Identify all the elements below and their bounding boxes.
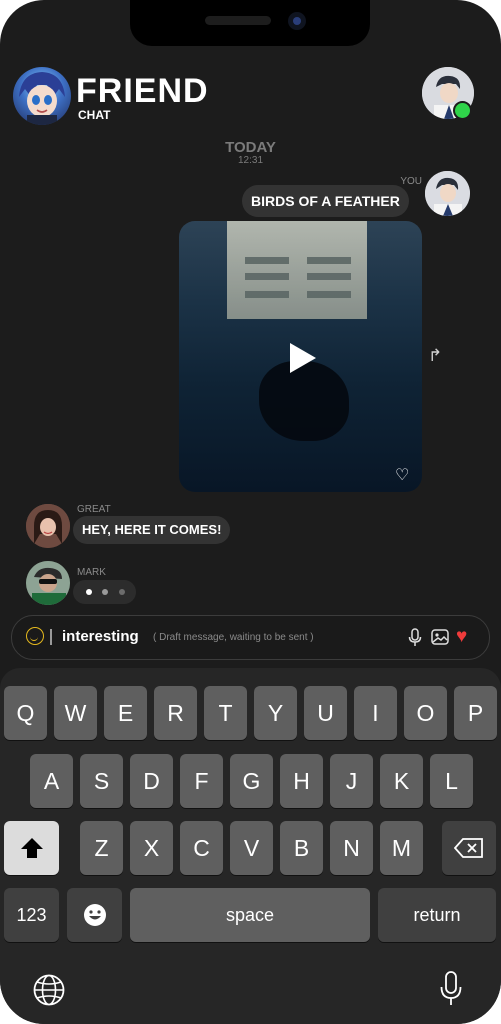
message-bubble-outgoing[interactable]: BIRDS OF A FEATHER bbox=[242, 185, 409, 217]
video-thumbnail bbox=[227, 221, 367, 319]
sender-avatar-mark[interactable] bbox=[26, 561, 70, 605]
key-u[interactable]: U bbox=[304, 686, 347, 740]
key-w[interactable]: W bbox=[54, 686, 97, 740]
video-message[interactable]: ♡ bbox=[179, 221, 422, 492]
key-y[interactable]: Y bbox=[254, 686, 297, 740]
sender-label-great: GREAT bbox=[77, 504, 111, 515]
emoji-icon[interactable] bbox=[26, 627, 44, 645]
notch bbox=[130, 0, 370, 46]
app-logo-avatar bbox=[13, 67, 71, 125]
date-separator-time: 12:31 bbox=[237, 155, 264, 166]
front-camera-icon bbox=[288, 12, 306, 30]
draft-status-hint: ( Draft message, waiting to be sent ) bbox=[153, 632, 314, 643]
key-k[interactable]: K bbox=[380, 754, 423, 808]
key-o[interactable]: O bbox=[404, 686, 447, 740]
phone-screen: FRIEND CHAT TODAY 12:31 YOU BIRDS OF A F… bbox=[0, 0, 501, 1024]
microphone-icon[interactable] bbox=[408, 628, 422, 647]
key-f[interactable]: F bbox=[180, 754, 223, 808]
typing-indicator bbox=[73, 580, 136, 604]
message-composer[interactable]: interesting ( Draft message, waiting to … bbox=[11, 615, 490, 660]
key-h[interactable]: H bbox=[280, 754, 323, 808]
return-key[interactable]: return bbox=[378, 888, 496, 942]
backspace-key[interactable] bbox=[442, 821, 496, 875]
speaker-grille bbox=[205, 16, 271, 25]
key-p[interactable]: P bbox=[454, 686, 497, 740]
sender-avatar-you[interactable] bbox=[425, 171, 470, 216]
key-q[interactable]: Q bbox=[4, 686, 47, 740]
image-icon[interactable] bbox=[431, 628, 449, 646]
key-b[interactable]: B bbox=[280, 821, 323, 875]
emoji-key-icon bbox=[83, 904, 106, 926]
numbers-key[interactable]: 123 bbox=[4, 888, 59, 942]
app-subtitle: CHAT bbox=[78, 108, 111, 122]
date-separator: TODAY bbox=[225, 139, 276, 156]
globe-icon[interactable] bbox=[33, 974, 65, 1006]
typing-dot bbox=[86, 589, 92, 595]
key-d[interactable]: D bbox=[130, 754, 173, 808]
typing-dot bbox=[119, 589, 125, 595]
sender-avatar-great[interactable] bbox=[26, 504, 70, 548]
key-t[interactable]: T bbox=[204, 686, 247, 740]
app-title: FRIEND bbox=[76, 72, 209, 110]
key-n[interactable]: N bbox=[330, 821, 373, 875]
message-bubble-incoming[interactable]: HEY, HERE IT COMES! bbox=[73, 516, 231, 544]
key-r[interactable]: R bbox=[154, 686, 197, 740]
heart-icon[interactable]: ♡ bbox=[395, 468, 409, 484]
key-e[interactable]: E bbox=[104, 686, 147, 740]
key-s[interactable]: S bbox=[80, 754, 123, 808]
typing-dot bbox=[102, 589, 108, 595]
video-figure bbox=[259, 361, 349, 441]
key-m[interactable]: M bbox=[380, 821, 423, 875]
emoji-key[interactable] bbox=[67, 888, 122, 942]
key-z[interactable]: Z bbox=[80, 821, 123, 875]
heart-icon[interactable]: ♥ bbox=[456, 627, 467, 646]
key-g[interactable]: G bbox=[230, 754, 273, 808]
dictation-mic-icon[interactable] bbox=[440, 971, 462, 1007]
play-icon[interactable] bbox=[290, 343, 316, 373]
key-l[interactable]: L bbox=[430, 754, 473, 808]
text-cursor bbox=[50, 629, 52, 645]
sender-label-mark: MARK bbox=[77, 567, 106, 578]
key-v[interactable]: V bbox=[230, 821, 273, 875]
shift-icon bbox=[20, 838, 43, 858]
key-x[interactable]: X bbox=[130, 821, 173, 875]
key-a[interactable]: A bbox=[30, 754, 73, 808]
message-input[interactable]: interesting bbox=[62, 628, 139, 645]
key-j[interactable]: J bbox=[330, 754, 373, 808]
shift-key[interactable] bbox=[4, 821, 59, 875]
share-icon[interactable]: ↱ bbox=[428, 346, 442, 366]
key-c[interactable]: C bbox=[180, 821, 223, 875]
backspace-icon bbox=[453, 838, 483, 858]
online-status-indicator bbox=[453, 101, 472, 120]
key-i[interactable]: I bbox=[354, 686, 397, 740]
space-key[interactable]: space bbox=[130, 888, 370, 942]
